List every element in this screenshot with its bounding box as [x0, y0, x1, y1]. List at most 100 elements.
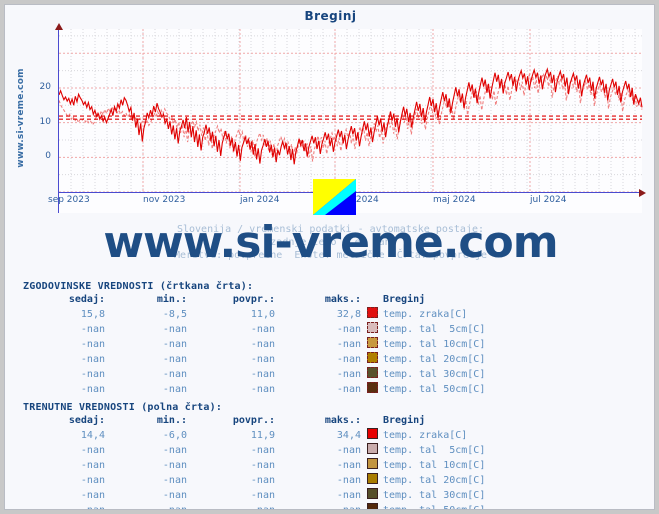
cell-min: -nan — [162, 369, 187, 380]
x-tick-label: jul 2024 — [530, 195, 567, 205]
cell-sedaj: -nan — [80, 445, 105, 456]
cell-maks: -nan — [336, 339, 361, 350]
cell-min: -nan — [162, 460, 187, 471]
header-povpr: povpr.: — [232, 294, 275, 305]
header-maks: maks.: — [324, 294, 361, 305]
table-row: 14,4 -6,0 11,9 34,4 temp. zraka[C] — [23, 428, 485, 443]
y-tick-label: 0 — [45, 151, 51, 162]
header-sedaj: sedaj: — [68, 415, 105, 426]
series-color-swatch — [366, 443, 378, 454]
si-vreme-logo — [313, 179, 356, 215]
cell-min: -6,0 — [162, 430, 187, 441]
subtitle-line-3: Meritve: povprečne Enote: metrične Črta:… — [173, 250, 488, 261]
series-color-swatch — [366, 307, 378, 318]
header-maks: maks.: — [324, 415, 361, 426]
cell-maks: -nan — [336, 445, 361, 456]
historical-values-block: ZGODOVINSKE VREDNOSTI (črtkana črta): se… — [23, 281, 643, 397]
cell-maks: -nan — [336, 475, 361, 486]
table-row: -nan -nan -nan -nan temp. tal 5cm[C] — [23, 322, 485, 337]
cell-maks: 32,8 — [336, 309, 361, 320]
series-color-swatch — [366, 382, 378, 393]
series-color-swatch — [366, 488, 378, 499]
cell-maks: 34,4 — [336, 430, 361, 441]
series-label: temp. tal 50cm[C] — [383, 384, 486, 395]
table-row: -nan -nan -nan -nan temp. tal 5cm[C] — [23, 443, 485, 458]
x-tick-label: nov 2023 — [143, 195, 186, 205]
series-label: temp. tal 30cm[C] — [383, 490, 486, 501]
cell-povpr: -nan — [250, 475, 275, 486]
current-title: TRENUTNE VREDNOSTI (polna črta): — [23, 402, 223, 413]
cell-sedaj: -nan — [80, 460, 105, 471]
cell-sedaj: -nan — [80, 324, 105, 335]
cell-povpr: -nan — [250, 460, 275, 471]
x-tick-label: maj 2024 — [433, 195, 476, 205]
series-label: temp. zraka[C] — [383, 309, 468, 320]
cell-povpr: 11,9 — [250, 430, 275, 441]
cell-min: -nan — [162, 490, 187, 501]
series-color-swatch — [366, 322, 378, 333]
table-row: -nan -nan -nan -nan temp. tal 30cm[C] — [23, 367, 485, 382]
cell-min: -nan — [162, 475, 187, 486]
cell-sedaj: -nan — [80, 475, 105, 486]
series-label: temp. tal 5cm[C] — [383, 445, 486, 456]
cell-sedaj: -nan — [80, 369, 105, 380]
y-axis-arrow-icon — [55, 23, 63, 30]
series-label: temp. tal 30cm[C] — [383, 369, 486, 380]
cell-povpr: -nan — [250, 339, 275, 350]
cell-maks: -nan — [336, 369, 361, 380]
cell-povpr: -nan — [250, 445, 275, 456]
cell-min: -nan — [162, 324, 187, 335]
current-values-block: TRENUTNE VREDNOSTI (polna črta): sedaj: … — [23, 402, 643, 509]
cell-povpr: -nan — [250, 490, 275, 501]
cell-maks: -nan — [336, 324, 361, 335]
cell-sedaj: 15,8 — [80, 309, 105, 320]
cell-maks: -nan — [336, 384, 361, 395]
cell-sedaj: -nan — [80, 490, 105, 501]
cell-maks: -nan — [336, 460, 361, 471]
cell-min: -nan — [162, 445, 187, 456]
y-axis-labels: 0 10 20 — [5, 25, 51, 213]
series-label: temp. tal 20cm[C] — [383, 354, 486, 365]
table-row: -nan -nan -nan -nan temp. tal 20cm[C] — [23, 473, 485, 488]
historical-table: sedaj: min.: povpr.: maks.: Breginj 15,8… — [23, 294, 485, 397]
current-header-row: sedaj: min.: povpr.: maks.: Breginj — [23, 415, 485, 428]
header-povpr: povpr.: — [232, 415, 275, 426]
cell-povpr: -nan — [250, 369, 275, 380]
series-label: temp. tal 10cm[C] — [383, 339, 486, 350]
cell-min: -nan — [162, 384, 187, 395]
cell-maks: -nan — [336, 354, 361, 365]
series-label: temp. tal 50cm[C] — [383, 503, 485, 509]
cell-sedaj: -nan — [80, 384, 105, 395]
header-min: min.: — [156, 415, 187, 426]
table-row: -nan-nan-nan-nantemp. tal 50cm[C] — [23, 503, 485, 509]
subtitle-line-2: zadnje leto / en dan — [270, 237, 391, 248]
series-label: temp. zraka[C] — [383, 430, 468, 441]
cell-povpr: -nan — [250, 324, 275, 335]
y-tick-label: 20 — [39, 81, 51, 92]
subtitle-line-1: Slovenija / vremenski podatki - avtomats… — [176, 224, 485, 235]
series-label: temp. tal 5cm[C] — [383, 324, 486, 335]
series-color-swatch — [366, 428, 378, 439]
x-tick-label: sep 2023 — [48, 195, 90, 205]
cell-min: -nan — [105, 503, 187, 509]
cell-min: -nan — [162, 354, 187, 365]
chart-page: Breginj www.si-vreme.com 0 10 20 sep 2023 n… — [4, 4, 655, 510]
historical-header-row: sedaj: min.: povpr.: maks.: Breginj — [23, 294, 485, 307]
table-row: -nan -nan -nan -nan temp. tal 30cm[C] — [23, 488, 485, 503]
series-color-swatch — [366, 473, 378, 484]
historical-title: ZGODOVINSKE VREDNOSTI (črtkana črta): — [23, 281, 254, 292]
cell-sedaj: -nan — [23, 503, 105, 509]
table-row: 15,8 -8,5 11,0 32,8 temp. zraka[C] — [23, 307, 485, 322]
table-row: -nan-nan-nan-nantemp. tal 50cm[C] — [23, 382, 485, 397]
subtitle-block: Slovenija / vremenski podatki - avtomats… — [5, 223, 654, 262]
page-title: Breginj — [304, 9, 357, 23]
y-tick-label: 10 — [39, 116, 51, 127]
x-tick-label: jan 2024 — [240, 195, 280, 205]
cell-maks: -nan — [336, 490, 361, 501]
series-color-swatch — [366, 367, 378, 378]
y-axis — [58, 29, 59, 213]
header-station: Breginj — [383, 294, 426, 305]
series-label: temp. tal 10cm[C] — [383, 460, 486, 471]
series-label: temp. tal 20cm[C] — [383, 475, 486, 486]
header-sedaj: sedaj: — [68, 294, 105, 305]
